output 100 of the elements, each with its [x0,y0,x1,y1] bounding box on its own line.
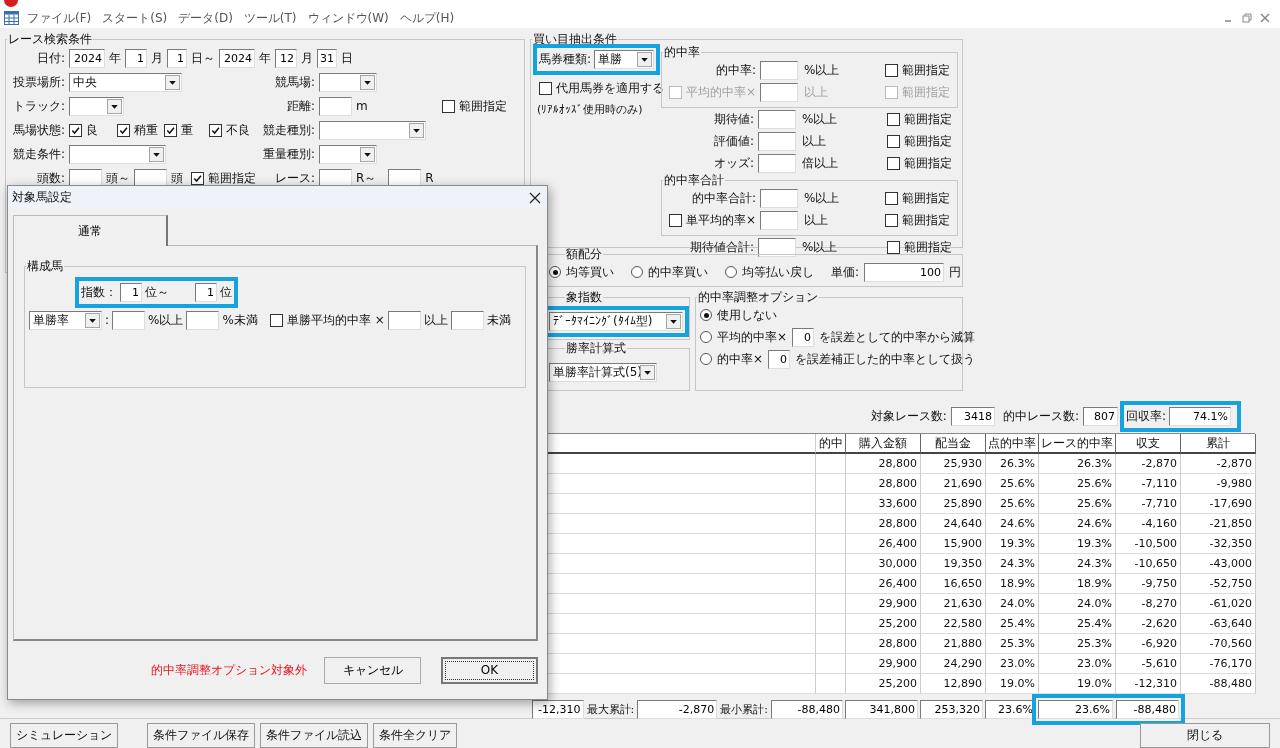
checkbox[interactable] [164,123,177,137]
column-header[interactable]: 収支 [1116,434,1181,454]
dropdown[interactable] [319,120,426,140]
menu-item[interactable]: データ(D) [176,9,242,27]
column-header[interactable]: 累計 [1181,434,1256,454]
text-field[interactable]: 12 [275,48,297,68]
text-field[interactable]: -2,870 [637,699,718,719]
footer-button[interactable]: 条件全クリア [373,723,457,748]
checkbox[interactable] [668,213,682,227]
column-header[interactable]: 点的中率 [986,434,1039,454]
text-field[interactable] [760,82,798,102]
text-field[interactable] [758,237,796,257]
checkbox-label[interactable]: 稍重 [133,121,158,139]
text-field[interactable] [450,310,484,330]
radio-label[interactable]: 的中率買い [648,263,708,281]
checkbox[interactable] [269,313,283,327]
dialog-button[interactable]: OK [441,656,538,684]
text-field[interactable]: 23.6% [1038,699,1113,719]
radio-label[interactable]: 的中率× [717,350,764,368]
checkbox[interactable] [885,63,898,77]
text-field[interactable]: -12,310 [531,699,584,719]
text-field[interactable]: -88,480 [1116,699,1179,719]
checkbox[interactable] [887,112,900,126]
radio-label[interactable]: 平均的中率× [717,328,788,346]
text-field[interactable] [758,131,796,151]
checkbox-label[interactable]: 重 [181,121,193,139]
text-field[interactable] [387,310,421,330]
radio-label[interactable]: 使用しない [717,306,777,324]
checkbox-label[interactable]: 範囲指定 [902,189,950,207]
checkbox-label[interactable]: 範囲指定 [904,110,952,128]
menu-item[interactable]: ヘルプ(H) [397,9,464,27]
checkbox[interactable] [885,213,898,227]
footer-button[interactable]: 条件ファイル保存 [147,723,255,748]
text-field[interactable]: 1 [120,282,142,302]
radio-label[interactable]: 均等払い戻し [742,263,814,281]
footer-button[interactable]: 条件ファイル読込 [260,723,368,748]
checkbox-label[interactable]: 単平均的率× [685,211,756,229]
dropdown[interactable] [319,144,377,164]
text-field[interactable]: 341,800 [845,699,918,719]
checkbox-label[interactable]: 範囲指定 [904,238,952,256]
menu-item[interactable]: ウィンドウ(W) [305,9,398,27]
text-field[interactable] [319,96,352,116]
dropdown[interactable]: 単勝率 [29,310,102,330]
dropdown[interactable]: ﾃﾞｰﾀﾏｲﾆﾝｸﾞ(ﾀｲﾑ型) [549,312,683,331]
text-field[interactable] [760,188,798,208]
checkbox-label[interactable]: 範囲指定 [902,211,950,229]
restore-icon[interactable] [1242,13,1252,23]
text-field[interactable] [758,153,796,173]
checkbox-label[interactable]: 範囲指定 [458,97,507,115]
checkbox-label[interactable]: 範囲指定 [208,169,256,187]
radio-button[interactable] [700,353,712,365]
checkbox[interactable] [885,191,898,205]
column-header[interactable]: 的中 [816,434,846,454]
close-icon[interactable] [529,191,541,204]
dropdown[interactable] [319,72,377,92]
text-field[interactable]: 253,320 [920,699,983,719]
text-field[interactable]: 1 [167,48,187,68]
radio-button[interactable] [700,331,712,343]
radio-button[interactable] [700,309,712,321]
menu-item[interactable]: スタート(S) [100,9,177,27]
text-field[interactable]: 1 [195,282,217,302]
text-field[interactable]: 1 [125,48,147,68]
column-header[interactable]: レース的中率 [1039,434,1116,454]
column-header[interactable]: 配当金 [921,434,986,454]
text-field[interactable] [112,310,146,330]
text-field[interactable]: 0 [792,327,815,347]
text-field[interactable]: 2024 [69,48,105,68]
checkbox-label[interactable]: 単勝平均的中率 × [286,311,385,329]
text-field[interactable]: 807 [1082,406,1118,426]
text-field[interactable]: 74.1% [1169,406,1231,426]
footer-button[interactable]: シミュレーション [10,723,118,748]
checkbox[interactable] [539,82,552,95]
text-field[interactable] [760,60,798,80]
column-header[interactable]: 購入金額 [846,434,921,454]
menu-item[interactable]: ファイル(F) [25,9,101,27]
dropdown[interactable] [69,144,166,164]
text-field[interactable]: 31 [317,48,337,68]
checkbox-label[interactable]: 範囲指定 [904,154,952,172]
tab[interactable]: 通常 [13,215,168,246]
dropdown[interactable]: 単勝 [594,50,655,69]
checkbox[interactable] [69,123,82,137]
checkbox-label[interactable]: 範囲指定 [904,132,952,150]
radio-button[interactable] [549,266,561,278]
text-field[interactable] [758,109,796,129]
radio-label[interactable]: 均等買い [566,263,614,281]
text-field[interactable] [760,210,798,230]
dropdown[interactable] [69,96,124,116]
checkbox[interactable] [887,240,900,254]
text-field[interactable] [186,310,220,330]
text-field[interactable]: -88,480 [771,699,843,719]
checkbox[interactable] [887,134,900,148]
checkbox[interactable] [191,171,204,185]
checkbox[interactable] [887,156,900,170]
checkbox[interactable] [441,99,455,113]
text-field[interactable]: 100 [864,262,945,282]
checkbox-label[interactable]: 不良 [225,121,250,139]
checkbox-label[interactable]: 範囲指定 [902,61,950,79]
checkbox[interactable] [208,123,222,137]
footer-button[interactable]: 閉じる [1140,723,1270,748]
dialog-button[interactable]: キャンセル [324,656,421,684]
